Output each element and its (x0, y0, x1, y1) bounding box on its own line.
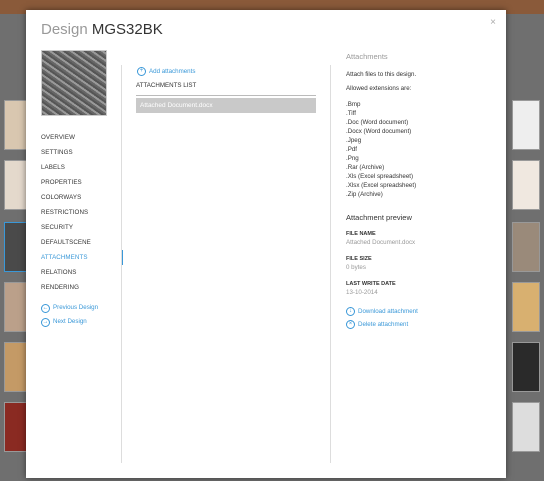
close-icon[interactable]: × (490, 17, 496, 28)
design-preview-image (41, 50, 107, 116)
nav-item-attachments[interactable]: ATTACHMENTS (41, 250, 123, 265)
background-thumbnail (512, 402, 540, 452)
next-design-label: Next Design (53, 318, 87, 325)
attach-intro-text: Attach files to this design. (346, 71, 417, 78)
design-dialog: × Design MGS32BK OVERVIEW SETTINGS LABEL… (26, 10, 506, 478)
download-icon: ↓ (346, 307, 355, 316)
file-name-value: Attached Document.docx (346, 239, 416, 246)
download-attachment-button[interactable]: ↓ Download attachment (346, 305, 496, 318)
file-size-value: 0 bytes (346, 264, 366, 271)
extension-item: .Tiff (346, 110, 356, 117)
next-design-link[interactable]: → Next Design (41, 315, 121, 329)
background-thumbnail (512, 222, 540, 272)
attachment-list-item[interactable]: Attached Document.docx (136, 98, 316, 113)
design-name: MGS32BK (91, 21, 163, 38)
background-thumbnail (512, 160, 540, 210)
add-attachments-label: Add attachments (149, 67, 196, 75)
extension-item: .Pdf (346, 146, 358, 153)
dialog-title: Design MGS32BK (41, 21, 163, 38)
nav-item-properties[interactable]: PROPERTIES (41, 175, 121, 190)
extensions-list: .Bmp .Tiff .Doc (Word document) .Docx (W… (346, 100, 496, 199)
extension-item: .Zip (Archive) (346, 191, 383, 198)
extension-item: .Png (346, 155, 359, 162)
delete-attachment-label: Delete attachment (358, 321, 409, 328)
delete-attachment-button[interactable]: × Delete attachment (346, 318, 496, 331)
title-prefix: Design (41, 21, 88, 38)
column-divider (121, 65, 122, 463)
last-write-date-value: 13-10-2014 (346, 289, 378, 296)
extension-item: .Xls (Excel spreadsheet) (346, 173, 414, 180)
file-name-label: FILE NAME (346, 231, 376, 237)
background-thumbnail (512, 100, 540, 150)
background-thumbnail (512, 342, 540, 392)
nav-item-rendering[interactable]: RENDERING (41, 280, 121, 295)
nav-item-overview[interactable]: OVERVIEW (41, 130, 121, 145)
plus-icon: + (137, 66, 146, 76)
arrow-left-icon: ← (41, 303, 50, 313)
nav-item-relations[interactable]: RELATIONS (41, 265, 121, 280)
background-thumbnail (512, 282, 540, 332)
download-attachment-label: Download attachment (358, 308, 418, 315)
add-attachments-button[interactable]: + Add attachments (137, 66, 316, 76)
extension-item: .Docx (Word document) (346, 128, 412, 135)
attachments-heading: Attachments (346, 52, 388, 61)
attachments-list-header: ATTACHMENTS LIST (136, 81, 316, 96)
nav-item-defaultscene[interactable]: DEFAULTSCENE (41, 235, 121, 250)
delete-icon: × (346, 320, 355, 329)
nav-item-restrictions[interactable]: RESTRICTIONS (41, 205, 121, 220)
nav-item-security[interactable]: SECURITY (41, 220, 121, 235)
extension-item: .Bmp (346, 101, 361, 108)
previous-design-label: Previous Design (53, 304, 99, 311)
nav-item-labels[interactable]: LABELS (41, 160, 121, 175)
nav-item-settings[interactable]: SETTINGS (41, 145, 121, 160)
allowed-extensions-title: Allowed extensions are: (346, 85, 412, 92)
attachments-list-panel: + Add attachments ATTACHMENTS LIST Attac… (136, 66, 316, 113)
previous-design-link[interactable]: ← Previous Design (41, 301, 121, 315)
side-nav: OVERVIEW SETTINGS LABELS PROPERTIES COLO… (41, 130, 123, 329)
extension-item: .Rar (Archive) (346, 164, 385, 171)
extension-item: .Doc (Word document) (346, 119, 409, 126)
left-column: OVERVIEW SETTINGS LABELS PROPERTIES COLO… (41, 50, 123, 329)
attachment-info-panel: Attachments Attach files to this design.… (346, 52, 496, 331)
extension-item: .Xlsx (Excel spreadsheet) (346, 182, 417, 189)
column-divider (330, 65, 331, 463)
file-size-label: FILE SIZE (346, 256, 372, 262)
nav-item-colorways[interactable]: COLORWAYS (41, 190, 121, 205)
attachment-preview-heading: Attachment preview (346, 213, 412, 222)
last-write-date-label: LAST WRITE DATE (346, 281, 396, 287)
extension-item: .Jpeg (346, 137, 362, 144)
arrow-right-icon: → (41, 317, 50, 327)
